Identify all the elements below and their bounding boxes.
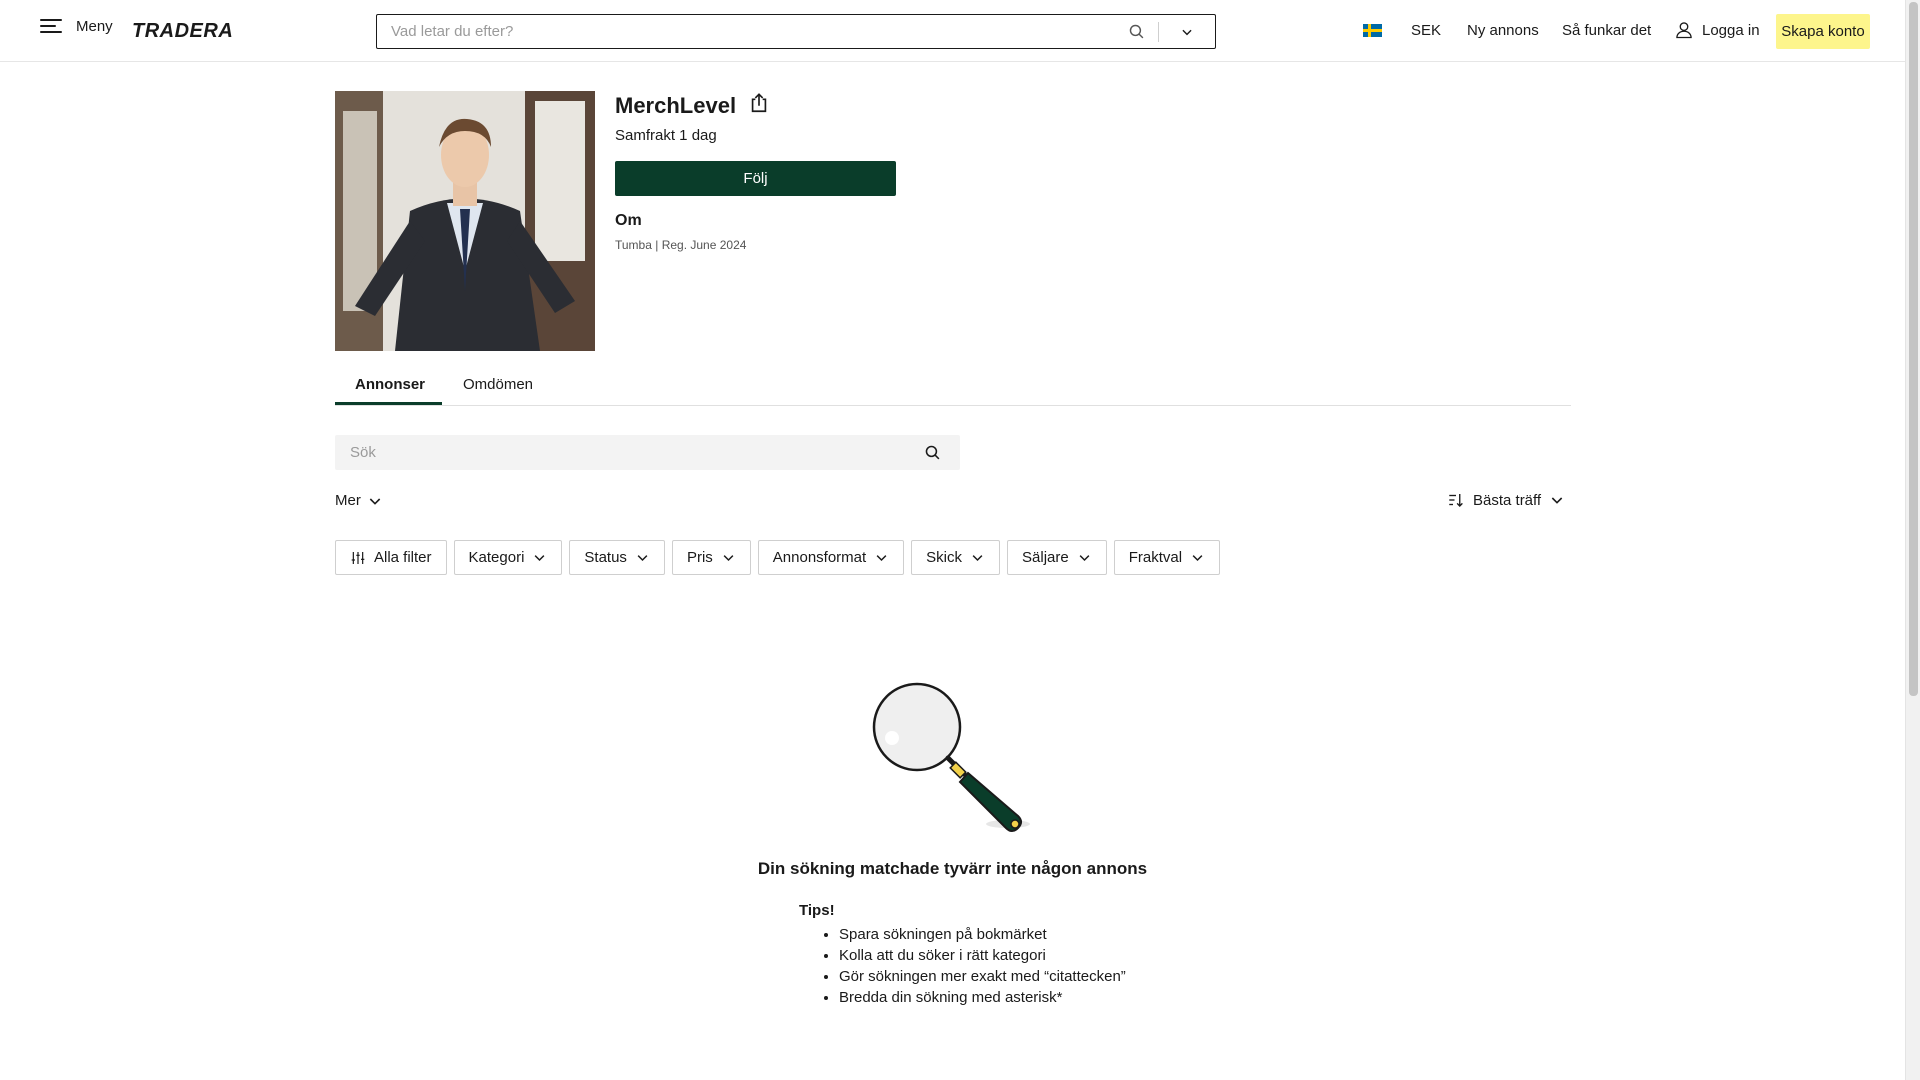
combined-shipping-info: Samfrakt 1 dag [615, 127, 717, 144]
tradera-logo[interactable]: TRADERA [132, 20, 233, 43]
swedish-flag-icon[interactable] [1363, 24, 1382, 37]
sort-label: Bästa träff [1473, 491, 1542, 509]
tab-annonser[interactable]: Annonser [355, 376, 425, 393]
currency-selector[interactable]: SEK [1411, 22, 1441, 39]
search-tips: Tips! Spara sökningen på bokmärket Kolla… [799, 902, 1126, 1008]
main-search-input[interactable] [377, 15, 1114, 48]
share-icon[interactable] [748, 92, 770, 114]
menu-label: Meny [76, 17, 113, 35]
chevron-down-icon [876, 555, 887, 562]
filter-bar: Alla filter Kategori Status Pris Annonsf… [335, 540, 1221, 575]
active-tab-indicator [335, 402, 442, 405]
filter-label: Alla filter [374, 549, 432, 566]
no-results-title: Din sökning matchade tyvärr inte någon a… [757, 859, 1148, 878]
filter-fraktval[interactable]: Fraktval [1113, 540, 1221, 575]
filter-skick[interactable]: Skick [911, 540, 1001, 575]
sliders-icon [351, 551, 365, 564]
more-label: Mer [335, 492, 361, 509]
seller-name: MerchLevel [615, 93, 737, 118]
chevron-down-icon [637, 555, 648, 562]
sort-dropdown[interactable]: Bästa träff [1447, 491, 1565, 509]
filter-label: Skick [926, 549, 963, 566]
page-scrollbar[interactable] [1905, 0, 1920, 1080]
chevron-down-icon [535, 555, 545, 562]
main-search-bar [376, 14, 1216, 49]
how-it-works-link[interactable]: Så funkar det [1562, 22, 1651, 39]
sort-icon [1449, 494, 1463, 507]
filter-label: Fraktval [1128, 549, 1183, 566]
filter-label: Annonsformat [772, 549, 867, 566]
chevron-down-icon [369, 497, 381, 505]
filter-label: Pris [686, 549, 713, 566]
chevron-down-icon [972, 555, 983, 562]
shop-search-bar [335, 435, 960, 470]
menu-button[interactable]: Meny [40, 17, 113, 35]
filter-status[interactable]: Status [569, 540, 665, 575]
about-heading: Om [615, 212, 642, 229]
tips-list: Spara sökningen på bokmärket Kolla att d… [799, 924, 1126, 1008]
chevron-down-icon [1079, 555, 1090, 562]
magnifier-illustration-icon [868, 678, 1038, 833]
tab-omdomen[interactable]: Omdömen [463, 376, 533, 393]
filter-label: Säljare [1022, 549, 1069, 566]
chevron-down-icon [723, 555, 734, 562]
create-account-button[interactable]: Skapa konto [1776, 14, 1870, 49]
login-label: Logga in [1702, 21, 1760, 39]
filter-annonsformat[interactable]: Annonsformat [757, 540, 905, 575]
filter-saljare[interactable]: Säljare [1007, 540, 1107, 575]
filter-kategori[interactable]: Kategori [453, 540, 563, 575]
search-icon[interactable] [1114, 15, 1158, 48]
follow-button[interactable]: Följ [615, 161, 896, 196]
list-item: Bredda din sökning med asterisk* [839, 987, 1126, 1008]
chevron-down-icon [1551, 497, 1563, 504]
top-header: Meny TRADERA SEK Ny annons Så funkar det… [0, 0, 1905, 62]
seller-avatar [335, 91, 595, 351]
filter-label: Status [584, 549, 627, 566]
hamburger-icon [40, 17, 62, 35]
category-dropdown[interactable] [1159, 15, 1215, 48]
chevron-down-icon [1192, 555, 1203, 562]
user-icon [1676, 22, 1692, 39]
shop-search-icon[interactable] [904, 435, 960, 470]
login-button[interactable]: Logga in [1674, 20, 1760, 40]
shop-search-input[interactable] [335, 435, 904, 470]
list-item: Spara sökningen på bokmärket [839, 924, 1126, 945]
list-item: Gör sökningen mer exakt med “citattecken… [839, 966, 1126, 987]
tips-title: Tips! [799, 902, 835, 919]
more-toggle[interactable]: Mer [335, 492, 383, 509]
profile-tabs: Annonser Omdömen [335, 364, 1571, 406]
filter-all[interactable]: Alla filter [335, 540, 447, 575]
about-info: Tumba | Reg. June 2024 [615, 238, 747, 252]
filter-label: Kategori [468, 549, 525, 566]
chevron-down-icon [1182, 29, 1192, 35]
filter-pris[interactable]: Pris [671, 540, 751, 575]
list-item: Kolla att du söker i rätt kategori [839, 945, 1126, 966]
new-listing-link[interactable]: Ny annons [1467, 22, 1539, 39]
scrollbar-thumb[interactable] [1909, 2, 1918, 696]
